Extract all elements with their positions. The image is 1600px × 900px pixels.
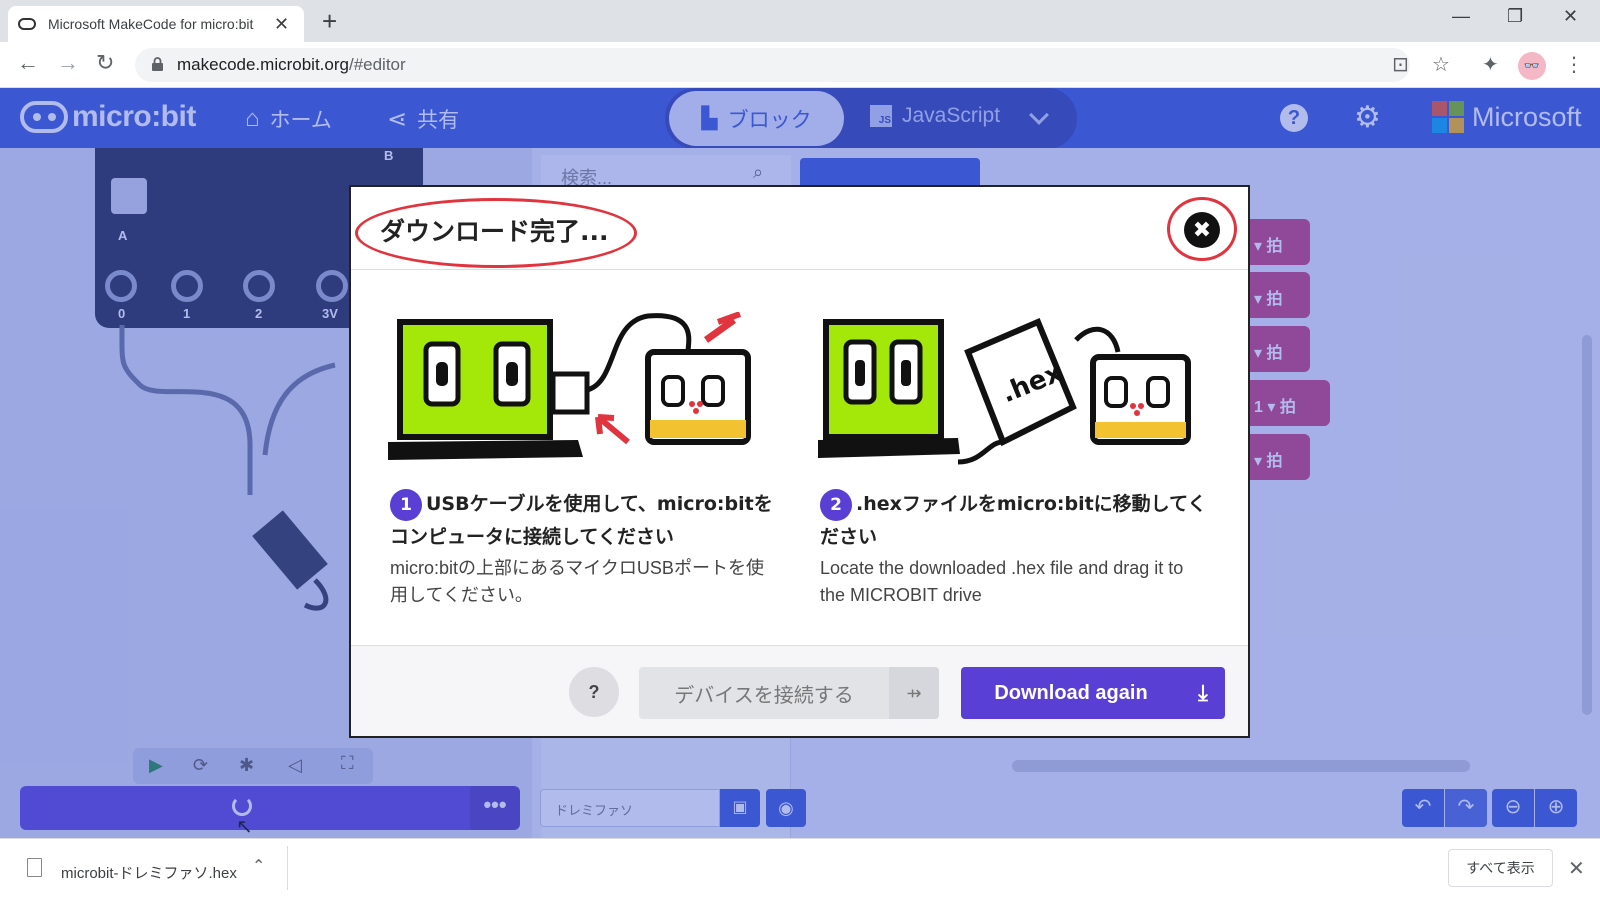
download-again-button[interactable]: Download again ⤓ (961, 667, 1225, 719)
browser-tab[interactable]: Microsoft MakeCode for micro:bit ✕ (8, 6, 304, 42)
dialog-help-button[interactable]: ? (569, 667, 619, 717)
restore-window-button[interactable]: ❐ (1507, 6, 1523, 27)
browser-menu-icon[interactable]: ⋮ (1564, 52, 1584, 77)
step-2: 2 .hexファイルをmicro:bitに移動してください Locate the … (820, 488, 1210, 609)
reload-icon[interactable]: ↻ (96, 50, 114, 76)
url-text[interactable]: makecode.microbit.org/#editor (177, 55, 406, 75)
step-1-number: 1 (390, 488, 422, 521)
step-2-heading-text: .hexファイルをmicro:bitに移動してください (820, 493, 1207, 548)
move-hex-illustration: .hex (818, 318, 1191, 465)
close-dialog-icon[interactable]: ✖ (1184, 212, 1220, 248)
usb-icon: ⇸ (889, 667, 939, 719)
url-host: makecode.microbit.org (177, 55, 349, 74)
profile-avatar[interactable]: 👓 (1518, 52, 1546, 80)
connect-device-button[interactable]: デバイスを接続する ⇸ (639, 667, 939, 719)
show-all-downloads-button[interactable]: すべて表示 (1448, 849, 1553, 887)
download-again-label: Download again (994, 681, 1148, 704)
step-1-heading: 1 USBケーブルを使用して、micro:bitをコンピュータに接続してください (390, 488, 780, 553)
step-1-heading-text: USBケーブルを使用して、micro:bitをコンピュータに接続してください (390, 493, 773, 548)
connect-device-label: デバイスを接続する (674, 682, 854, 707)
downloaded-file-name[interactable]: microbit-ドレミファソ.hex (61, 862, 237, 883)
makecode-favicon-icon (18, 18, 36, 30)
step-1-description: micro:bitの上部にあるマイクロUSBポートを使用してください。 (390, 557, 764, 605)
close-tab-icon[interactable]: ✕ (274, 14, 289, 35)
back-arrow-icon[interactable]: ← (17, 50, 39, 76)
step-2-heading: 2 .hexファイルをmicro:bitに移動してください (820, 488, 1210, 553)
url-path: /#editor (348, 55, 406, 74)
download-icon: ⤓ (1198, 680, 1208, 705)
download-shelf (0, 838, 1600, 900)
translate-icon[interactable]: ⊡ (1392, 52, 1409, 77)
extensions-puzzle-icon[interactable]: ✦ (1482, 52, 1499, 77)
tab-title: Microsoft MakeCode for micro:bit (48, 16, 254, 32)
bookmark-star-icon[interactable]: ☆ (1432, 52, 1450, 77)
shelf-divider (287, 846, 288, 890)
step-2-description: Locate the downloaded .hex file and drag… (820, 557, 1184, 605)
connect-usb-illustration (388, 312, 751, 460)
chevron-up-icon[interactable]: ⌃ (252, 856, 265, 876)
step-1: 1 USBケーブルを使用して、micro:bitをコンピュータに接続してください … (390, 488, 780, 609)
file-icon (27, 858, 42, 877)
close-window-button[interactable]: ✕ (1563, 6, 1578, 27)
close-shelf-icon[interactable]: ✕ (1568, 856, 1585, 881)
minimize-window-button[interactable]: — (1452, 6, 1470, 27)
dialog-title: ダウンロード完了... (380, 217, 609, 246)
lock-icon[interactable] (152, 57, 163, 71)
forward-arrow-icon[interactable]: → (57, 50, 79, 76)
step-2-number: 2 (820, 488, 852, 521)
new-tab-button[interactable]: + (322, 6, 337, 36)
